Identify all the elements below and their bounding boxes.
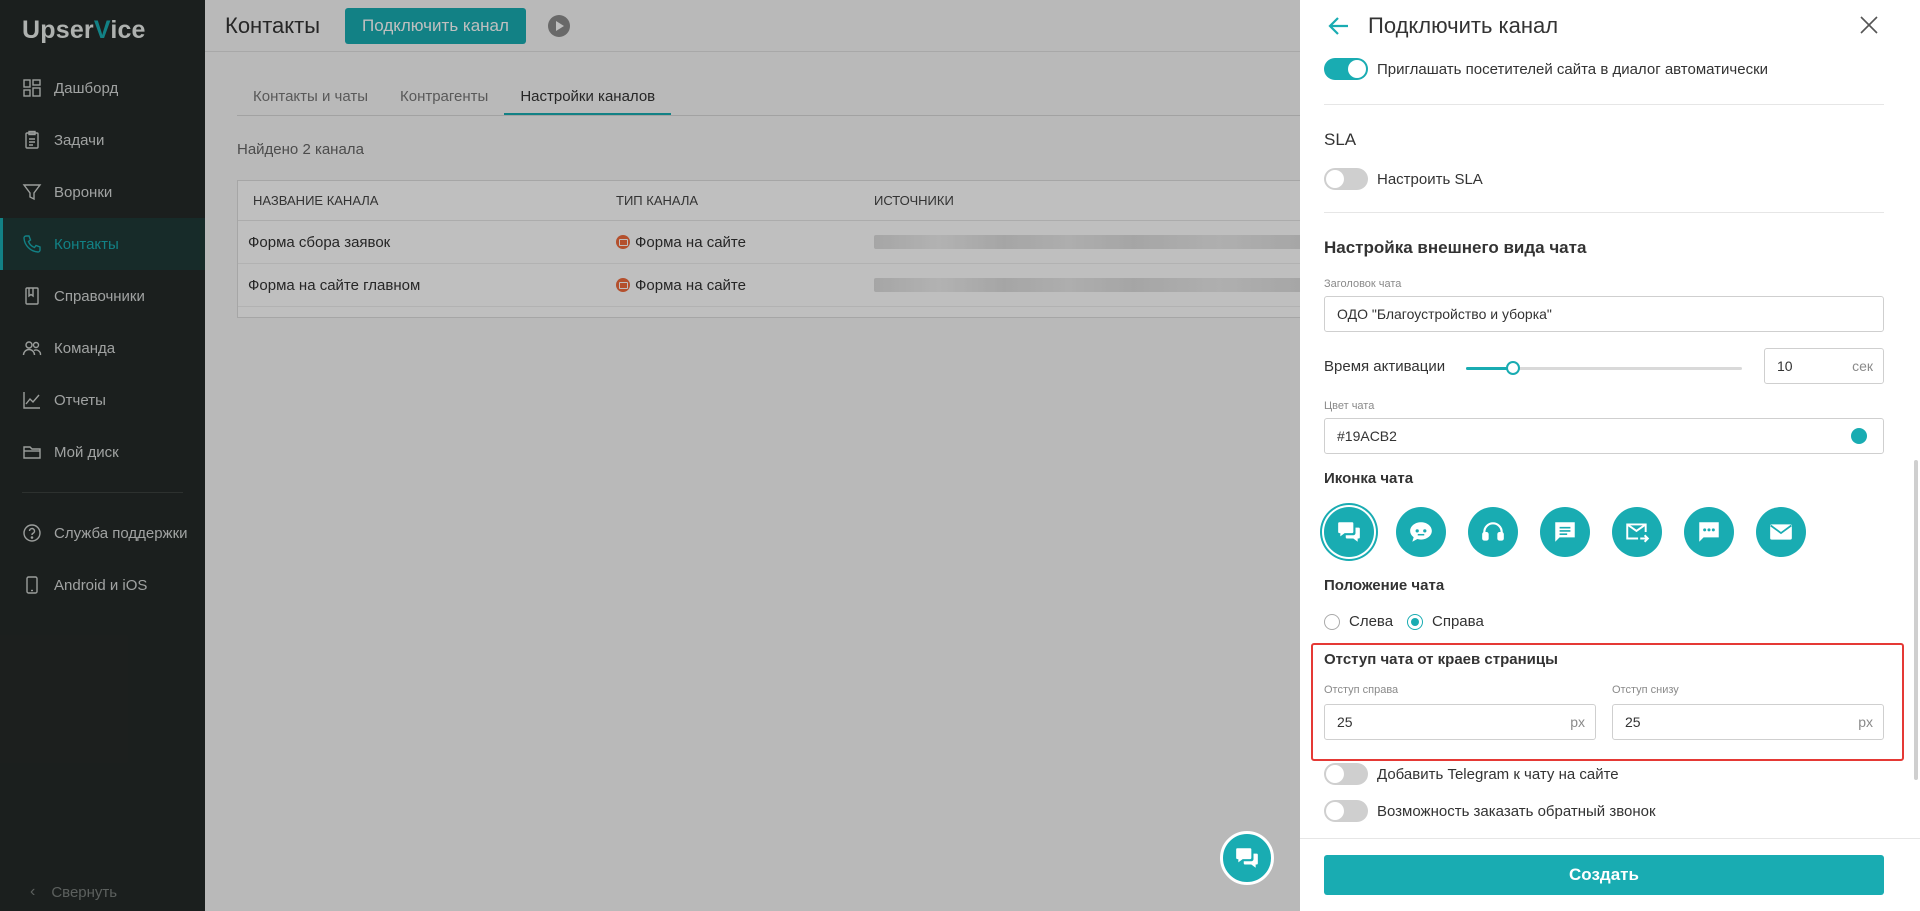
chat-widget-preview[interactable] xyxy=(1220,831,1274,885)
offset-bottom-unit: px xyxy=(1858,714,1873,730)
chat-bubbles-icon xyxy=(1338,522,1360,542)
chat-title-input[interactable]: ОДО "Благоустройство и уборка" xyxy=(1324,296,1884,332)
panel-header: Подключить канал xyxy=(1300,0,1920,52)
divider xyxy=(1324,104,1884,105)
create-button[interactable]: Создать xyxy=(1324,855,1884,895)
telegram-toggle[interactable] xyxy=(1324,763,1368,785)
divider xyxy=(1324,212,1884,213)
chat-robot-icon xyxy=(1410,522,1432,542)
footer-divider xyxy=(1300,838,1920,839)
chat-icon-option[interactable] xyxy=(1396,507,1446,557)
activation-unit: сек xyxy=(1852,358,1873,374)
radio-right-label: Справа xyxy=(1432,613,1484,630)
chat-color-value: #19ACB2 xyxy=(1337,428,1397,444)
position-option-right[interactable]: Справа xyxy=(1407,613,1484,630)
radio-right[interactable] xyxy=(1407,613,1423,630)
sla-toggle-row: Настроить SLA xyxy=(1324,168,1483,190)
chat-position-heading: Положение чата xyxy=(1324,577,1445,594)
offset-bottom-input[interactable]: 25 px xyxy=(1612,704,1884,740)
chat-title-value: ОДО "Благоустройство и уборка" xyxy=(1337,306,1552,322)
chat-icon-heading: Иконка чата xyxy=(1324,470,1414,487)
offset-heading: Отступ чата от краев страницы xyxy=(1324,651,1558,668)
panel-scrollbar[interactable] xyxy=(1914,460,1918,780)
callback-toggle[interactable] xyxy=(1324,800,1368,822)
sla-toggle[interactable] xyxy=(1324,168,1368,190)
offset-right-label: Отступ справа xyxy=(1324,684,1399,696)
modal-overlay[interactable] xyxy=(0,0,1300,911)
panel-title: Подключить канал xyxy=(1368,13,1559,38)
chat-icon-picker xyxy=(1324,507,1828,557)
chat-color-label: Цвет чата xyxy=(1324,400,1375,412)
telegram-toggle-row: Добавить Telegram к чату на сайте xyxy=(1324,763,1619,785)
color-swatch[interactable] xyxy=(1851,428,1867,444)
message-icon xyxy=(1555,522,1575,542)
chat-icon-option[interactable] xyxy=(1468,507,1518,557)
activation-slider[interactable] xyxy=(1466,361,1742,375)
radio-left-label: Слева xyxy=(1349,613,1394,630)
activation-slider-thumb[interactable] xyxy=(1505,361,1520,375)
chat-title-label: Заголовок чата xyxy=(1324,278,1402,290)
chat-icon-option[interactable] xyxy=(1540,507,1590,557)
invite-toggle-label: Приглашать посетителей сайта в диалог ав… xyxy=(1377,60,1769,78)
mail-forward-icon xyxy=(1626,523,1650,543)
sla-heading: SLA xyxy=(1324,130,1357,149)
connect-channel-panel: Подключить канал Приглашать посетителей … xyxy=(1300,0,1920,911)
envelope-icon xyxy=(1770,524,1792,540)
offset-bottom-label: Отступ снизу xyxy=(1612,684,1679,696)
chat-icon-option[interactable] xyxy=(1612,507,1662,557)
offset-bottom-value: 25 xyxy=(1625,714,1641,730)
chat-icon-option[interactable] xyxy=(1324,507,1374,557)
chat-icon-option[interactable] xyxy=(1684,507,1734,557)
activation-label: Время активации xyxy=(1324,358,1446,375)
offset-right-unit: px xyxy=(1570,714,1585,730)
chat-dots-icon xyxy=(1699,522,1719,542)
radio-left[interactable] xyxy=(1324,613,1340,630)
callback-toggle-label: Возможность заказать обратный звонок xyxy=(1377,802,1656,820)
sla-toggle-label: Настроить SLA xyxy=(1377,170,1483,188)
callback-toggle-row: Возможность заказать обратный звонок xyxy=(1324,800,1656,822)
chat-icon-option[interactable] xyxy=(1756,507,1806,557)
offset-right-value: 25 xyxy=(1337,714,1353,730)
arrow-left-icon[interactable] xyxy=(1328,15,1350,37)
activation-time-input[interactable]: 10 сек xyxy=(1764,348,1884,384)
headset-icon xyxy=(1482,522,1504,541)
position-option-left[interactable]: Слева xyxy=(1324,613,1393,630)
invite-toggle-row: Приглашать посетителей сайта в диалог ав… xyxy=(1324,58,1768,80)
invite-toggle[interactable] xyxy=(1324,58,1368,80)
appearance-heading: Настройка внешнего вида чата xyxy=(1324,238,1587,257)
telegram-toggle-label: Добавить Telegram к чату на сайте xyxy=(1377,765,1619,783)
chat-bubbles-icon xyxy=(1236,848,1258,868)
offset-right-input[interactable]: 25 px xyxy=(1324,704,1596,740)
chat-color-input[interactable]: #19ACB2 xyxy=(1324,418,1884,454)
close-icon[interactable] xyxy=(1858,14,1880,36)
activation-value: 10 xyxy=(1777,358,1793,374)
